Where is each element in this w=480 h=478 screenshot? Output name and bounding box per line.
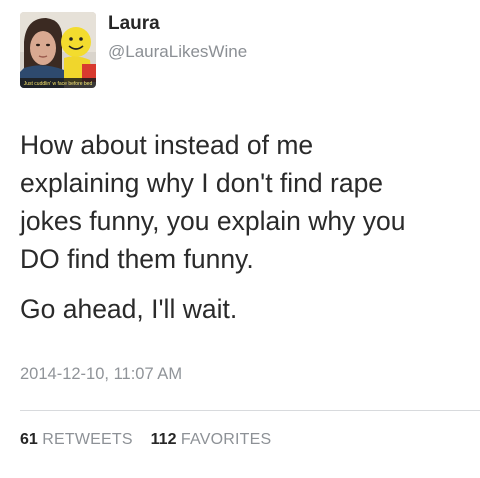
retweets-count: 61 bbox=[20, 431, 38, 448]
tweet-line: How about instead of me bbox=[20, 130, 314, 160]
tweet-card: Just cuddlin' w face before bed Laura @L… bbox=[0, 0, 480, 478]
tweet-line: explaining why I don't find rape bbox=[20, 168, 384, 198]
favorites-label: FAVORITES bbox=[180, 431, 272, 448]
favorites-stat[interactable]: 112 FAVORITES bbox=[151, 431, 272, 448]
retweets-stat[interactable]: 61 RETWEETS bbox=[20, 431, 137, 448]
divider bbox=[20, 410, 480, 411]
favorites-count: 112 bbox=[150, 431, 177, 448]
tweet-timestamp[interactable]: 2014-12-10, 11:07 AM bbox=[20, 365, 182, 384]
tweet-line: jokes funny, you explain why you bbox=[20, 206, 406, 236]
engagement-stats: 61 RETWEETS 112 FAVORITES bbox=[20, 431, 271, 449]
avatar[interactable]: Just cuddlin' w face before bed bbox=[20, 12, 96, 88]
display-name[interactable]: Laura bbox=[108, 13, 160, 35]
avatar-image: Just cuddlin' w face before bed bbox=[20, 12, 96, 88]
tweet-line: DO find them funny. bbox=[20, 244, 254, 274]
tweet-paragraph-1: How about instead of me explaining why I… bbox=[20, 126, 472, 278]
tweet-text: How about instead of me explaining why I… bbox=[20, 126, 472, 328]
retweets-label: RETWEETS bbox=[42, 431, 133, 448]
tweet-paragraph-2: Go ahead, I'll wait. bbox=[20, 290, 472, 328]
username-handle[interactable]: @LauraLikesWine bbox=[108, 42, 247, 62]
tweet-line: Go ahead, I'll wait. bbox=[20, 294, 238, 324]
avatar-caption: Just cuddlin' w face before bed bbox=[24, 81, 93, 87]
